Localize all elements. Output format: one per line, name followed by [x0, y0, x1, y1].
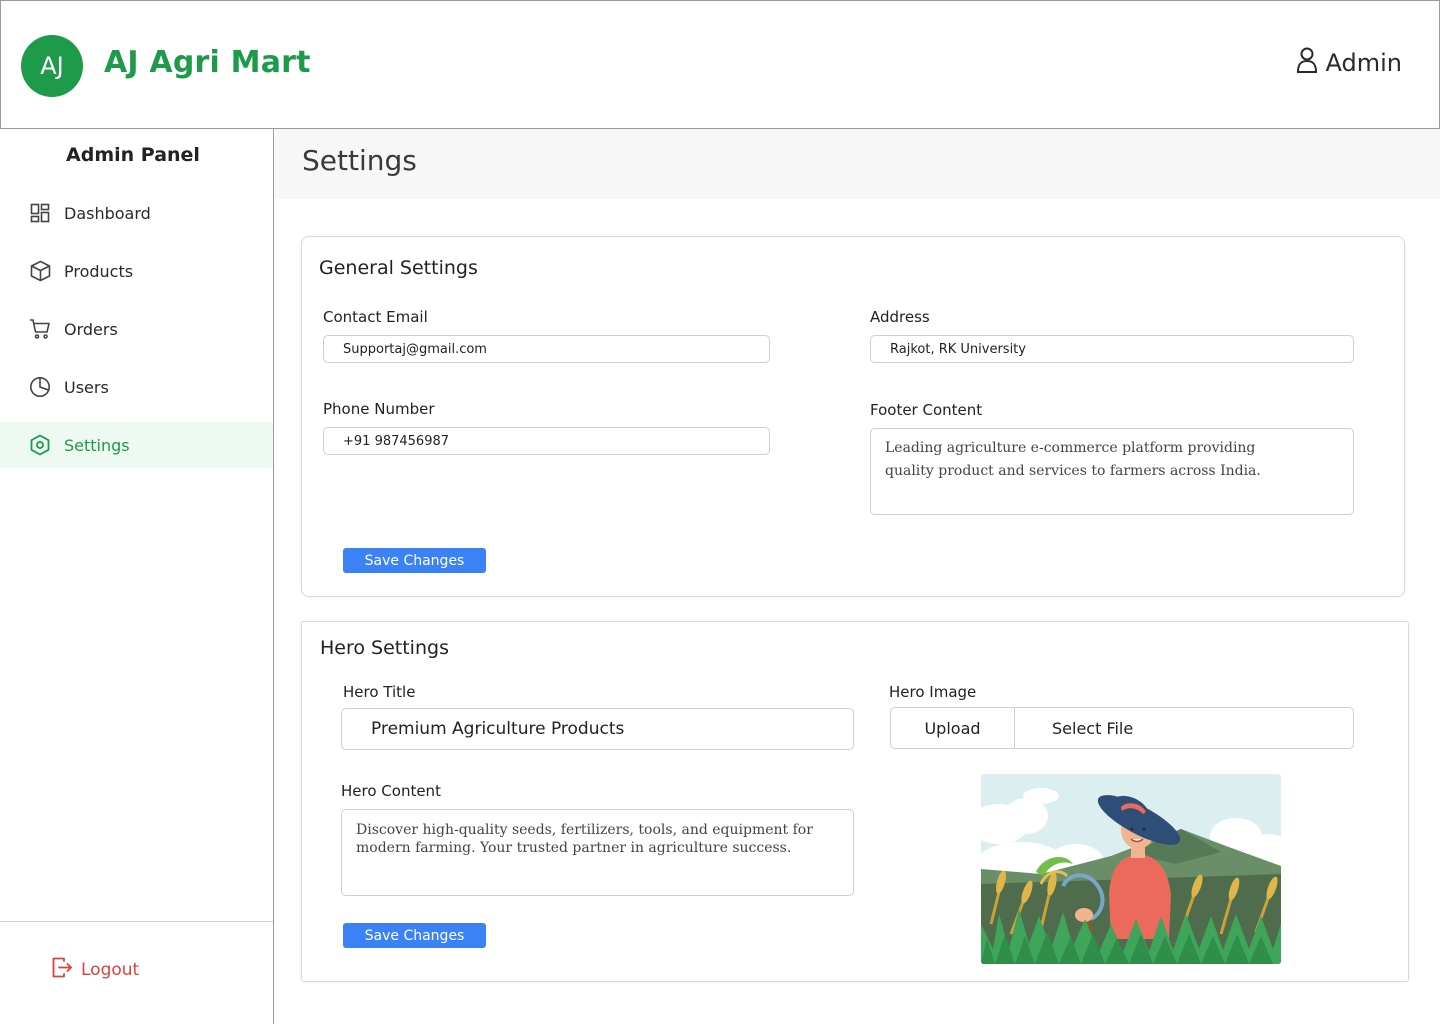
- brand-name[interactable]: AJ Agri Mart: [104, 45, 311, 80]
- sidebar-item-label: Orders: [64, 319, 118, 339]
- sidebar-item-settings[interactable]: Settings: [0, 422, 273, 468]
- pie-chart-icon: [29, 376, 51, 398]
- hero-image-preview: [981, 774, 1281, 964]
- user-label: Admin: [1325, 49, 1403, 77]
- sidebar-title: Admin Panel: [66, 144, 200, 166]
- hero-image-label: Hero Image: [889, 683, 977, 701]
- page-header: Settings: [275, 129, 1440, 199]
- select-file-button[interactable]: Select File: [1015, 708, 1353, 748]
- logout-icon: [52, 957, 73, 983]
- phone-number-label: Phone Number: [323, 400, 435, 418]
- sidebar-item-label: Dashboard: [64, 203, 151, 223]
- settings-hexagon-icon: [29, 434, 51, 456]
- dashboard-grid-icon: [29, 202, 51, 224]
- footer-content-label: Footer Content: [870, 401, 983, 419]
- footer-content-textarea[interactable]: Leading agriculture e-commerce platform …: [870, 428, 1354, 515]
- user-icon: [1296, 47, 1318, 79]
- hero-settings-card: Hero Settings Hero Title Premium Agricul…: [301, 621, 1409, 982]
- page-title: Settings: [302, 144, 417, 177]
- address-label: Address: [870, 308, 930, 326]
- save-general-settings-button[interactable]: Save Changes: [343, 548, 486, 573]
- upload-button[interactable]: Upload: [891, 708, 1015, 748]
- hero-content-textarea[interactable]: Discover high-quality seeds, fertilizers…: [341, 809, 854, 896]
- cart-icon: [29, 318, 51, 340]
- sidebar-item-dashboard[interactable]: Dashboard: [0, 190, 273, 236]
- sidebar-item-orders[interactable]: Orders: [0, 306, 273, 352]
- hero-image-file-input: Upload Select File: [890, 707, 1354, 749]
- phone-number-field[interactable]: +91 987456987: [323, 427, 770, 455]
- hero-title-label: Hero Title: [343, 683, 416, 701]
- general-settings-title: General Settings: [319, 257, 478, 279]
- contact-email-label: Contact Email: [323, 308, 428, 326]
- sidebar-nav: Dashboard Products Orders Users Settings: [0, 190, 273, 480]
- admin-user-menu[interactable]: Admin: [1296, 47, 1403, 79]
- sidebar-divider: [0, 921, 273, 922]
- hero-settings-title: Hero Settings: [320, 637, 449, 659]
- sidebar-item-users[interactable]: Users: [0, 364, 273, 410]
- top-header: AJ AJ Agri Mart Admin: [0, 0, 1440, 129]
- box-icon: [29, 260, 51, 282]
- contact-email-field[interactable]: Supportaj@gmail.com: [323, 335, 770, 363]
- sidebar: Admin Panel Dashboard Products Orders Us…: [0, 129, 274, 1024]
- hero-content-label: Hero Content: [341, 782, 441, 800]
- sidebar-item-label: Products: [64, 261, 134, 281]
- general-settings-card: General Settings Contact Email Supportaj…: [301, 236, 1405, 597]
- sidebar-item-label: Settings: [64, 435, 130, 455]
- save-hero-settings-button[interactable]: Save Changes: [343, 923, 486, 948]
- logo-initials: AJ: [40, 52, 64, 80]
- logo[interactable]: AJ: [21, 35, 83, 97]
- sidebar-item-products[interactable]: Products: [0, 248, 273, 294]
- address-field[interactable]: Rajkot, RK University: [870, 335, 1354, 363]
- logout-button[interactable]: Logout: [52, 957, 139, 983]
- hero-title-field[interactable]: Premium Agriculture Products: [341, 708, 854, 750]
- logout-label: Logout: [81, 960, 140, 980]
- sidebar-item-label: Users: [64, 377, 109, 397]
